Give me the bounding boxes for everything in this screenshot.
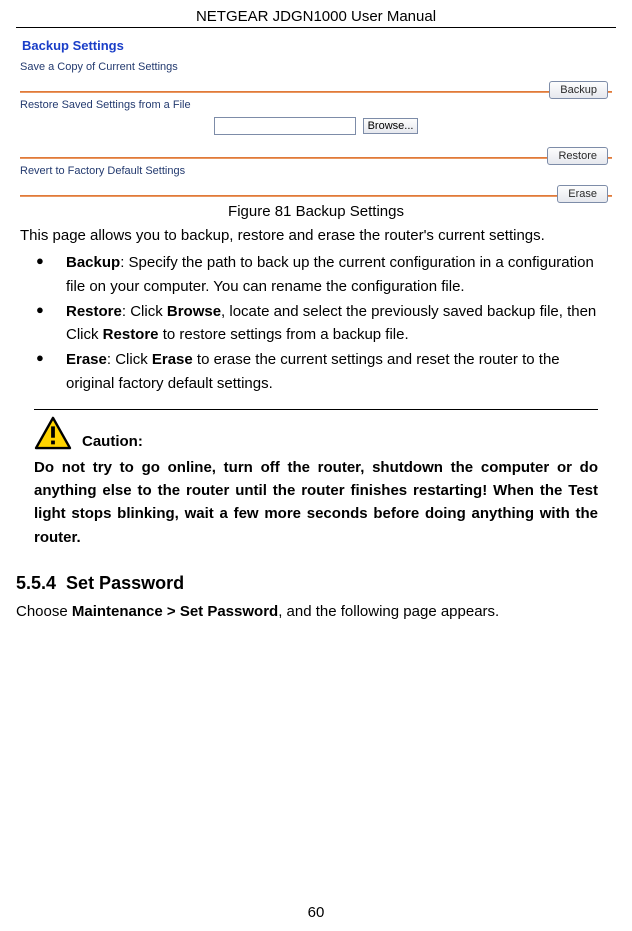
warning-icon [34, 416, 72, 450]
term: Restore [66, 303, 122, 320]
page-number: 60 [16, 904, 616, 921]
backup-button[interactable]: Backup [549, 81, 608, 99]
text: Browse [167, 303, 221, 320]
text: : Click [107, 351, 152, 368]
text: , and the following page appears. [278, 603, 499, 620]
section-heading: 5.5.4 Set Password [16, 573, 616, 594]
separator [20, 91, 612, 93]
caution-box: Caution: Do not try to go online, turn o… [34, 409, 598, 549]
caution-header: Caution: [34, 416, 598, 450]
list-item: Backup: Specify the path to back up the … [20, 251, 612, 298]
text: Choose [16, 603, 72, 620]
restore-label: Restore Saved Settings from a File [20, 99, 612, 111]
panel-title: Backup Settings [22, 38, 612, 53]
doc-header-title: NETGEAR JDGN1000 User Manual [16, 8, 616, 27]
text: : Specify the path to back up the curren… [66, 254, 594, 294]
section-intro: Choose Maintenance > Set Password, and t… [16, 600, 612, 623]
caution-text: Do not try to go online, turn off the ro… [34, 456, 598, 549]
backup-settings-screenshot: Backup Settings Save a Copy of Current S… [16, 34, 616, 197]
page: NETGEAR JDGN1000 User Manual Backup Sett… [0, 0, 632, 931]
header-rule [16, 27, 616, 28]
erase-button[interactable]: Erase [557, 185, 608, 203]
text: : Click [122, 303, 167, 320]
revert-label: Revert to Factory Default Settings [20, 165, 612, 177]
caution-label: Caution: [82, 433, 143, 450]
list-item: Erase: Click Erase to erase the current … [20, 348, 612, 395]
text: to restore settings from a backup file. [159, 326, 409, 343]
text: Restore [103, 326, 159, 343]
text: Erase [152, 351, 193, 368]
save-copy-label: Save a Copy of Current Settings [20, 61, 612, 73]
term: Backup [66, 254, 120, 271]
restore-button[interactable]: Restore [547, 147, 608, 165]
term: Erase [66, 351, 107, 368]
file-path-input[interactable] [214, 117, 356, 135]
separator [20, 157, 612, 159]
text: Maintenance > Set Password [72, 603, 278, 620]
bullet-list: Backup: Specify the path to back up the … [20, 251, 612, 395]
figure-caption: Figure 81 Backup Settings [16, 203, 616, 220]
section-number: 5.5.4 [16, 573, 56, 593]
list-item: Restore: Click Browse, locate and select… [20, 300, 612, 347]
browse-button[interactable]: Browse... [363, 118, 419, 134]
separator [20, 195, 612, 197]
section-title: Set Password [66, 573, 184, 593]
intro-paragraph: This page allows you to backup, restore … [20, 224, 612, 247]
